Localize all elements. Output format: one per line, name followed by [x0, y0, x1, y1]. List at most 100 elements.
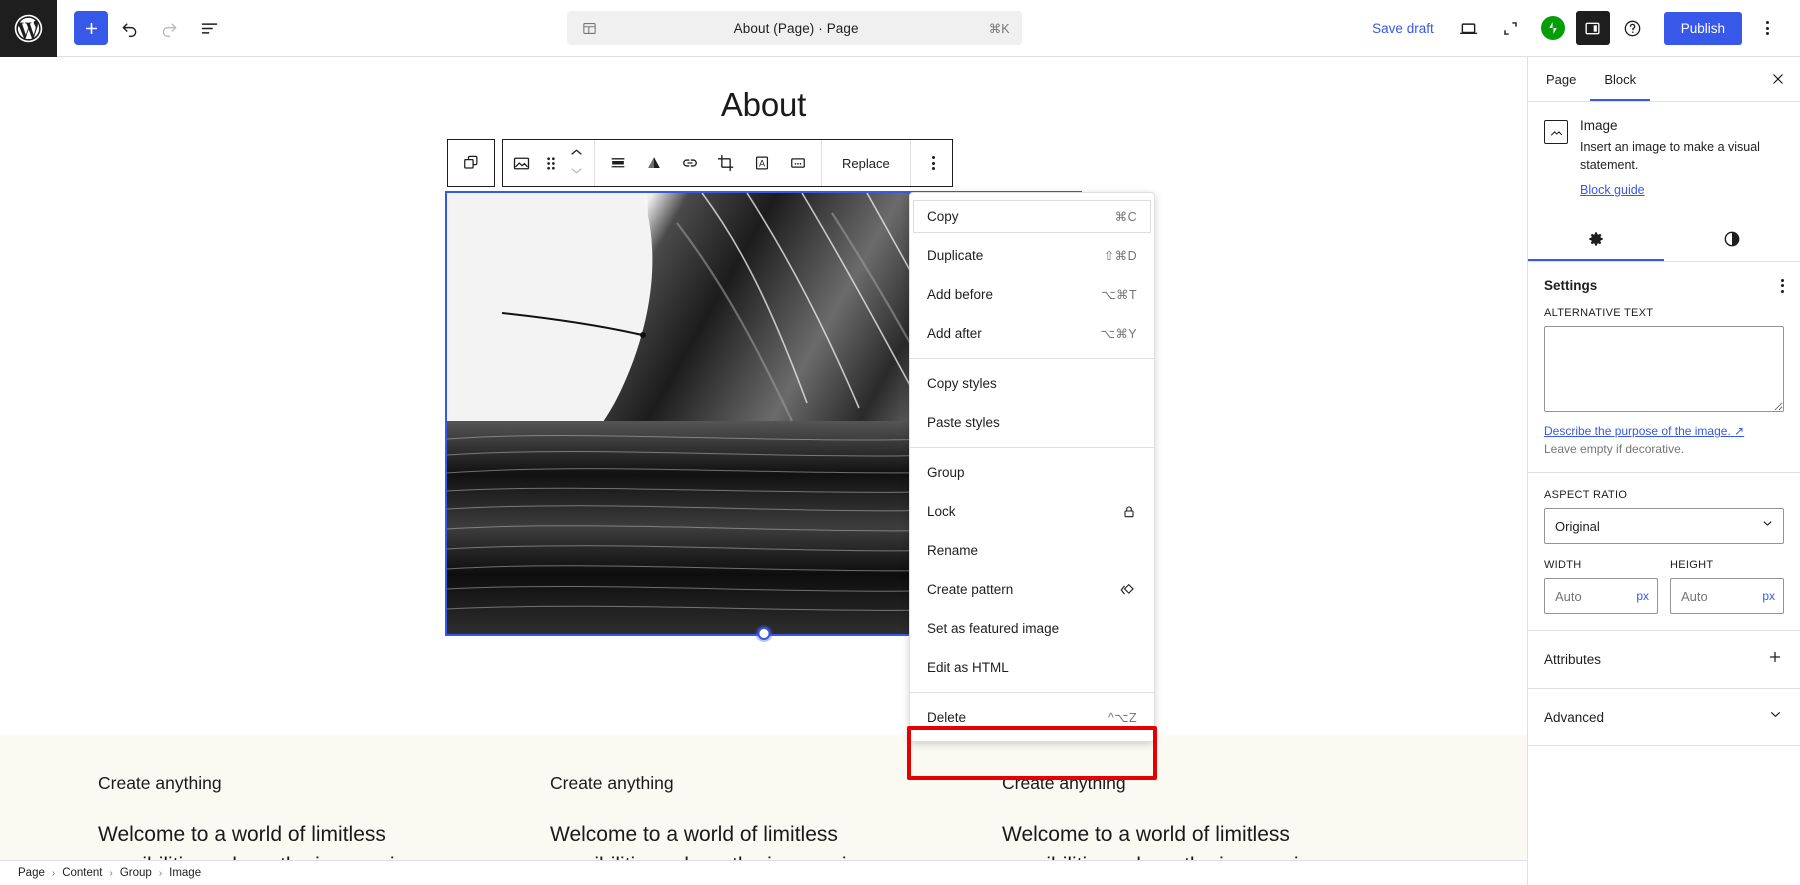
help-icon[interactable]: [1614, 9, 1652, 47]
close-icon[interactable]: [1760, 61, 1796, 97]
dimension-controls: WIDTH px HEIGHT px: [1544, 559, 1784, 614]
toolbar-divider: [821, 140, 822, 186]
menu-item-copy-styles[interactable]: Copy styles: [910, 364, 1154, 403]
attributes-panel-row[interactable]: Attributes: [1528, 631, 1800, 689]
menu-item-duplicate[interactable]: Duplicate ⇧⌘D: [910, 236, 1154, 275]
move-up-icon[interactable]: [569, 145, 584, 163]
height-label: HEIGHT: [1670, 559, 1784, 571]
wordpress-logo-icon[interactable]: [0, 0, 57, 57]
replace-button[interactable]: Replace: [827, 140, 905, 186]
block-info-text: Image Insert an image to make a visual s…: [1580, 118, 1760, 199]
tab-block[interactable]: Block: [1590, 57, 1650, 101]
editor-top-bar: About (Page) · Page ⌘K Save draft Publis…: [0, 0, 1800, 57]
column-heading[interactable]: Create anything: [98, 773, 488, 794]
pattern-icon: [1119, 581, 1137, 599]
plus-icon[interactable]: [1766, 648, 1784, 671]
column-heading[interactable]: Create anything: [1002, 773, 1392, 794]
block-movers: [563, 145, 589, 181]
menu-item-set-featured-image[interactable]: Set as featured image: [910, 609, 1154, 648]
menu-item-group[interactable]: Group: [910, 453, 1154, 492]
menu-item-label: Copy: [927, 209, 959, 224]
external-link-icon: ↗: [1734, 424, 1744, 438]
menu-item-add-after[interactable]: Add after ⌥⌘Y: [910, 314, 1154, 353]
menu-item-copy[interactable]: Copy ⌘C: [910, 197, 1154, 236]
sidebar-panel-tabs: [1528, 217, 1800, 262]
column-heading[interactable]: Create anything: [550, 773, 940, 794]
menu-item-label: Paste styles: [927, 415, 1000, 430]
block-context-menu: Copy ⌘C Duplicate ⇧⌘D Add before ⌥⌘T Add…: [909, 192, 1155, 742]
menu-item-shortcut: ⇧⌘D: [1104, 248, 1137, 263]
menu-item-label: Edit as HTML: [927, 660, 1009, 675]
svg-text:A: A: [759, 158, 766, 168]
breadcrumb-item-page[interactable]: Page: [18, 867, 45, 879]
block-toolbar: A Replace: [447, 139, 953, 187]
gear-icon[interactable]: [1528, 217, 1664, 261]
menu-item-label: Delete: [927, 710, 966, 725]
menu-item-add-before[interactable]: Add before ⌥⌘T: [910, 275, 1154, 314]
height-control: HEIGHT px: [1670, 559, 1784, 614]
editor-options-icon[interactable]: [1748, 9, 1786, 47]
undo-button[interactable]: [110, 9, 148, 47]
alt-text-help-link[interactable]: Describe the purpose of the image. ↗: [1544, 424, 1744, 438]
width-unit[interactable]: px: [1636, 589, 1649, 603]
publish-button[interactable]: Publish: [1664, 12, 1742, 45]
settings-more-icon[interactable]: [1781, 279, 1784, 293]
block-description: Insert an image to make a visual stateme…: [1580, 138, 1760, 174]
preview-device-icon[interactable]: [1450, 9, 1488, 47]
menu-item-create-pattern[interactable]: Create pattern: [910, 570, 1154, 609]
menu-divider: [910, 358, 1154, 359]
document-overview-button[interactable]: [190, 9, 228, 47]
duotone-filter-icon[interactable]: [636, 140, 672, 186]
menu-item-delete[interactable]: Delete ^⌥Z: [910, 698, 1154, 737]
top-bar-center: About (Page) · Page ⌘K: [228, 11, 1360, 45]
alt-text-input[interactable]: [1544, 326, 1784, 412]
jetpack-icon[interactable]: [1541, 16, 1565, 40]
align-icon[interactable]: [600, 140, 636, 186]
lock-icon: [1121, 504, 1137, 520]
block-options-icon[interactable]: [916, 140, 952, 186]
document-title-bar[interactable]: About (Page) · Page ⌘K: [567, 11, 1022, 45]
chevron-down-icon[interactable]: [1767, 706, 1784, 728]
advanced-label: Advanced: [1544, 710, 1604, 725]
wordpress-block-editor: About (Page) · Page ⌘K Save draft Publis…: [0, 0, 1800, 885]
breadcrumb-separator: ›: [52, 868, 55, 879]
crop-icon[interactable]: [708, 140, 744, 186]
save-draft-button[interactable]: Save draft: [1360, 15, 1446, 42]
zoom-out-icon[interactable]: [1492, 9, 1530, 47]
redo-button[interactable]: [150, 9, 188, 47]
menu-item-rename[interactable]: Rename: [910, 531, 1154, 570]
image-block-icon[interactable]: [503, 140, 539, 186]
breadcrumb-item-image[interactable]: Image: [169, 867, 201, 879]
toolbar-divider: [594, 140, 595, 186]
height-unit[interactable]: px: [1762, 589, 1775, 603]
toolbar-divider: [910, 140, 911, 186]
select-parent-block-button[interactable]: [447, 139, 495, 187]
aspect-ratio-control: Original: [1544, 508, 1784, 544]
menu-item-label: Rename: [927, 543, 978, 558]
more-rich-text-icon[interactable]: [780, 140, 816, 186]
block-guide-link[interactable]: Block guide: [1580, 183, 1645, 197]
page-title[interactable]: About: [0, 86, 1527, 124]
menu-item-lock[interactable]: Lock: [910, 492, 1154, 531]
drag-handle-icon[interactable]: [539, 140, 563, 186]
image-resize-handle[interactable]: [757, 627, 770, 640]
aspect-ratio-select[interactable]: Original: [1544, 508, 1784, 544]
breadcrumb-item-group[interactable]: Group: [120, 867, 152, 879]
tab-page[interactable]: Page: [1532, 57, 1590, 101]
menu-divider: [910, 447, 1154, 448]
move-down-icon[interactable]: [569, 163, 584, 181]
menu-item-edit-as-html[interactable]: Edit as HTML: [910, 648, 1154, 687]
add-block-button[interactable]: [74, 11, 108, 45]
advanced-panel-row[interactable]: Advanced: [1528, 689, 1800, 746]
text-over-image-icon[interactable]: A: [744, 140, 780, 186]
settings-sidebar-toggle[interactable]: [1576, 11, 1610, 45]
settings-sidebar: Page Block Image Insert an image to make…: [1527, 57, 1800, 885]
menu-item-paste-styles[interactable]: Paste styles: [910, 403, 1154, 442]
dimensions-panel: ASPECT RATIO Original WIDTH px: [1528, 473, 1800, 631]
breadcrumb-item-content[interactable]: Content: [62, 867, 102, 879]
breadcrumb: Page › Content › Group › Image: [0, 860, 1527, 885]
link-icon[interactable]: [672, 140, 708, 186]
block-name: Image: [1580, 118, 1760, 133]
menu-item-label: Copy styles: [927, 376, 997, 391]
contrast-icon[interactable]: [1664, 217, 1800, 261]
